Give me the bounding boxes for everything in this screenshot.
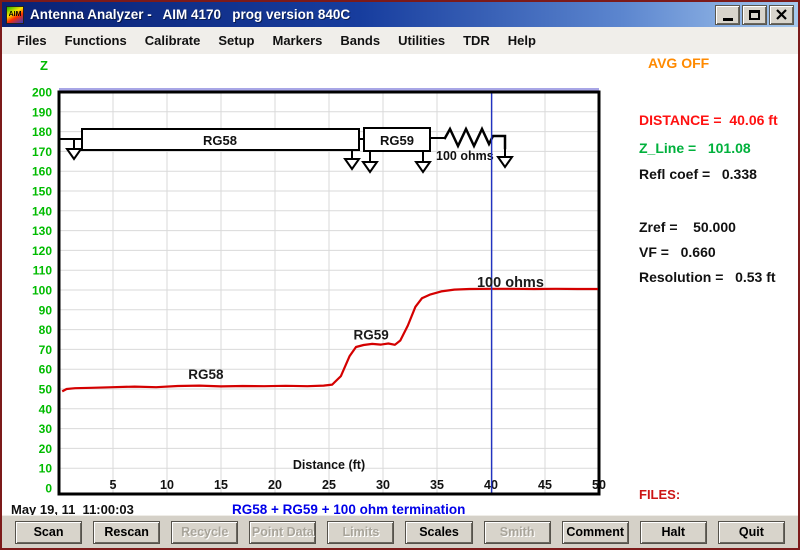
zref-readout: Zref = 50.000 (639, 219, 736, 235)
y-tick-label: 80 (39, 323, 53, 337)
y-tick-label: 200 (32, 86, 52, 100)
rg58-box-label: RG58 (203, 133, 237, 148)
z-line-readout: Z_Line = 101.08 (639, 140, 751, 156)
files-heading: FILES: (639, 487, 681, 502)
y-tick-label: 100 (32, 284, 52, 298)
y-tick-label: 10 (39, 462, 53, 476)
x-axis-title: Distance (ft) (293, 458, 365, 472)
y-tick-label: 90 (39, 303, 53, 317)
button-point-data: Point Data (249, 520, 317, 544)
vf-readout: VF = 0.660 (639, 244, 716, 260)
y-tick-label: 0 (45, 482, 52, 496)
button-scan[interactable]: Scan (15, 520, 83, 544)
y-tick-label: 70 (39, 343, 53, 357)
rg59-box-label: RG59 (380, 133, 414, 148)
x-tick-label: 30 (376, 478, 390, 492)
trace-annotation: RG58 (188, 367, 224, 382)
trace-annotation: 100 ohms (477, 275, 544, 291)
avg-status-readout: AVG OFF (648, 55, 710, 71)
y-tick-label: 130 (32, 224, 52, 238)
button-comment[interactable]: Comment (561, 520, 629, 544)
button-quit[interactable]: Quit (717, 520, 785, 544)
resolution-readout: Resolution = 0.53 ft (639, 269, 776, 285)
y-tick-label: 120 (32, 244, 52, 258)
y-tick-label: 20 (39, 442, 53, 456)
x-tick-label: 15 (214, 478, 228, 492)
button-smith: Smith (483, 520, 551, 544)
y-tick-label: 30 (39, 422, 53, 436)
button-recycle: Recycle (171, 520, 239, 544)
x-tick-label: 45 (538, 478, 552, 492)
app-window: AIM Antenna Analyzer - AIM 4170 prog ver… (0, 0, 800, 550)
button-rescan[interactable]: Rescan (93, 520, 161, 544)
y-tick-label: 180 (32, 125, 52, 139)
y-tick-label: 190 (32, 105, 52, 119)
distance-readout: DISTANCE = 40.06 ft (639, 112, 778, 128)
x-tick-label: 35 (430, 478, 444, 492)
resistor-value-label: 100 ohms (436, 149, 494, 163)
x-tick-label: 50 (592, 478, 606, 492)
x-tick-label: 5 (110, 478, 117, 492)
y-tick-label: 50 (39, 383, 53, 397)
x-tick-label: 20 (268, 478, 282, 492)
y-tick-label: 170 (32, 145, 52, 159)
button-scales[interactable]: Scales (405, 520, 473, 544)
button-limits: Limits (327, 520, 395, 544)
button-halt[interactable]: Halt (639, 520, 707, 544)
y-tick-label: 150 (32, 185, 52, 199)
y-tick-label: 140 (32, 204, 52, 218)
trace-annotation: RG59 (353, 328, 388, 343)
x-tick-label: 25 (322, 478, 336, 492)
y-tick-label: 110 (33, 264, 53, 278)
y-tick-label: 160 (32, 165, 52, 179)
y-tick-label: 60 (39, 363, 53, 377)
refl-coef-readout: Refl coef = 0.338 (639, 166, 757, 182)
y-tick-label: 40 (39, 402, 53, 416)
y-axis-title: Z (40, 58, 48, 73)
button-bar: Scan Rescan Recycle Point Data Limits Scales S… (2, 515, 798, 548)
x-tick-label: 10 (160, 478, 174, 492)
